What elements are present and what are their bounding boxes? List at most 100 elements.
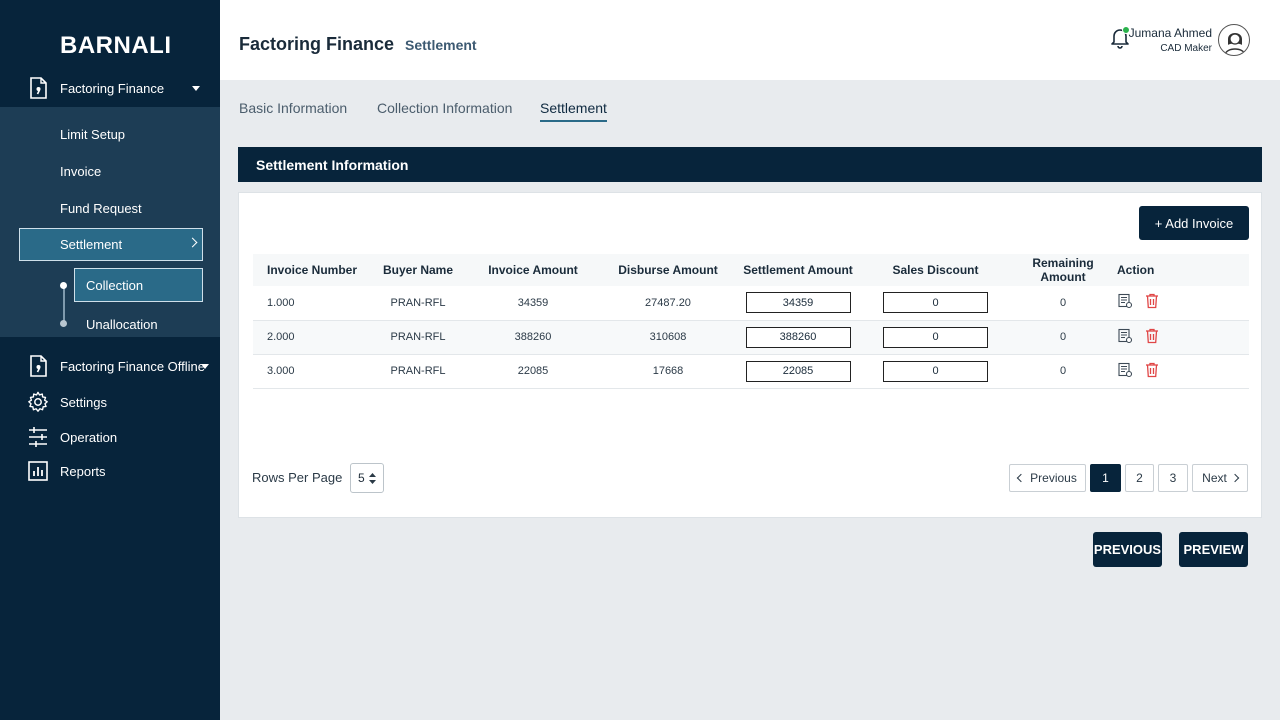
remaining-amount: 0	[1059, 365, 1067, 377]
invoice-amount: 22085	[517, 365, 549, 377]
chevron-left-icon	[1016, 473, 1026, 483]
document-icon	[27, 77, 49, 99]
preview-button[interactable]: PREVIEW	[1179, 532, 1248, 567]
settlement-amount-input[interactable]	[745, 326, 851, 348]
column-header: Remaining Amount	[1032, 256, 1094, 284]
sidebar-item-collection[interactable]: Collection	[74, 268, 203, 302]
column-header: Invoice Amount	[488, 263, 578, 277]
sidebar-item-factoring-finance-offline[interactable]: Factoring Finance Offline	[0, 348, 220, 384]
invoice-number: 2.000	[267, 331, 295, 343]
delete-icon[interactable]	[1145, 293, 1159, 309]
action-cell	[1113, 354, 1249, 388]
brand-logo: BARNALI	[60, 32, 172, 59]
sidebar-item-label: Factoring Finance Offline	[60, 358, 205, 374]
sidebar-item-label: Reports	[60, 463, 106, 479]
invoice-amount: 34359	[517, 296, 549, 309]
delete-icon[interactable]	[1145, 328, 1159, 344]
sidebar-item-reports[interactable]: Reports	[0, 453, 220, 489]
remaining-amount: 0	[1059, 331, 1067, 343]
page-title: Factoring Finance	[239, 34, 395, 54]
sidebar-item-fund-request[interactable]: Fund Request	[60, 201, 142, 216]
previous-button[interactable]: PREVIOUS	[1093, 532, 1162, 567]
sidebar: BARNALI Factoring Finance Limit Setup In…	[0, 0, 220, 720]
tab-basic-information[interactable]: Basic Information	[239, 100, 347, 116]
disburse-amount: 310608	[649, 331, 687, 343]
sidebar-item-settings[interactable]: Settings	[0, 384, 220, 420]
table-row: 3.000 PRAN-RFL 22085 17668 0	[253, 354, 1249, 388]
tree-dot	[60, 320, 67, 327]
settlement-card: + Add Invoice Invoice Number Buyer Name …	[238, 192, 1262, 518]
sales-discount-cell	[858, 320, 1013, 354]
buyer-name: PRAN-RFL	[390, 331, 446, 343]
sidebar-item-factoring-finance[interactable]: Factoring Finance	[0, 70, 220, 106]
sales-discount-input[interactable]	[883, 292, 988, 314]
sidebar-item-operation[interactable]: Operation	[0, 419, 220, 455]
next-page-button[interactable]: Next	[1192, 464, 1248, 492]
page-button-1[interactable]: 1	[1090, 464, 1121, 492]
sales-discount-input[interactable]	[883, 360, 988, 382]
chart-icon	[27, 460, 49, 482]
sidebar-item-label: Factoring Finance	[60, 80, 165, 96]
column-header: Settlement Amount	[743, 263, 853, 277]
user-role: CAD Maker	[1160, 43, 1212, 54]
sales-discount-input[interactable]	[883, 326, 988, 348]
column-header: Disburse Amount	[618, 263, 718, 277]
invoice-number: 1.000	[267, 296, 295, 309]
chevron-down-icon	[192, 85, 200, 91]
page-subtitle: Settlement	[405, 37, 477, 53]
tree-dot	[60, 282, 67, 289]
sales-discount-cell	[858, 286, 1013, 320]
column-header: Buyer Name	[382, 263, 454, 277]
previous-page-button[interactable]: Previous	[1009, 464, 1086, 492]
section-header: Settlement Information	[238, 147, 1262, 182]
sidebar-item-unallocation[interactable]: Unallocation	[86, 317, 158, 332]
tab-collection-information[interactable]: Collection Information	[377, 100, 512, 116]
buyer-name: PRAN-RFL	[390, 296, 446, 309]
table-row: 1.000 PRAN-RFL 34359 27487.20 0	[253, 286, 1249, 320]
sales-discount-cell	[858, 354, 1013, 388]
view-details-icon[interactable]	[1117, 362, 1133, 378]
settlement-amount-cell	[738, 320, 858, 354]
column-header: Invoice Number	[267, 263, 358, 277]
settlement-amount-cell	[738, 286, 858, 320]
column-header: Action	[1117, 263, 1155, 277]
sliders-icon	[27, 426, 49, 448]
chevron-down-icon	[201, 363, 209, 369]
sidebar-item-invoice[interactable]: Invoice	[60, 164, 101, 179]
settlement-amount-cell	[738, 354, 858, 388]
next-label: Next	[1202, 471, 1227, 485]
sidebar-item-label: Settlement	[60, 237, 123, 252]
page-button-2[interactable]: 2	[1125, 464, 1154, 492]
buyer-name: PRAN-RFL	[390, 365, 446, 377]
table-header-row: Invoice Number Buyer Name Invoice Amount…	[253, 254, 1249, 286]
user-name: Jumana Ahmed	[1128, 26, 1212, 40]
sidebar-item-label: Collection	[86, 277, 144, 293]
view-details-icon[interactable]	[1117, 293, 1133, 309]
add-invoice-button[interactable]: + Add Invoice	[1139, 206, 1249, 240]
view-details-icon[interactable]	[1117, 328, 1133, 344]
disburse-amount: 17668	[652, 365, 684, 377]
delete-icon[interactable]	[1145, 362, 1159, 378]
invoice-number: 3.000	[267, 365, 295, 377]
settlement-amount-input[interactable]	[745, 360, 851, 382]
sidebar-item-label: Operation	[60, 429, 118, 445]
tree-line	[63, 286, 65, 324]
page-button-3[interactable]: 3	[1158, 464, 1188, 492]
sidebar-item-limit-setup[interactable]: Limit Setup	[60, 127, 125, 142]
chevron-right-icon	[187, 237, 198, 248]
document-icon	[27, 355, 49, 377]
settlement-amount-input[interactable]	[745, 292, 851, 314]
invoice-amount: 388260	[514, 331, 552, 343]
rows-per-page-select[interactable]: 5	[350, 463, 384, 493]
tab-settlement[interactable]: Settlement	[540, 100, 607, 122]
sidebar-item-settlement[interactable]: Settlement	[19, 228, 203, 261]
section-title: Settlement Information	[256, 156, 409, 173]
remaining-amount: 0	[1059, 296, 1067, 309]
settlement-table: Invoice Number Buyer Name Invoice Amount…	[253, 254, 1249, 389]
action-cell	[1113, 320, 1249, 354]
table-row: 2.000 PRAN-RFL 388260 310608 0	[253, 320, 1249, 354]
avatar[interactable]	[1218, 24, 1250, 56]
top-header: Factoring Finance Settlement Jumana Ahme…	[220, 0, 1280, 80]
gear-icon	[27, 391, 49, 413]
action-cell	[1113, 286, 1249, 320]
